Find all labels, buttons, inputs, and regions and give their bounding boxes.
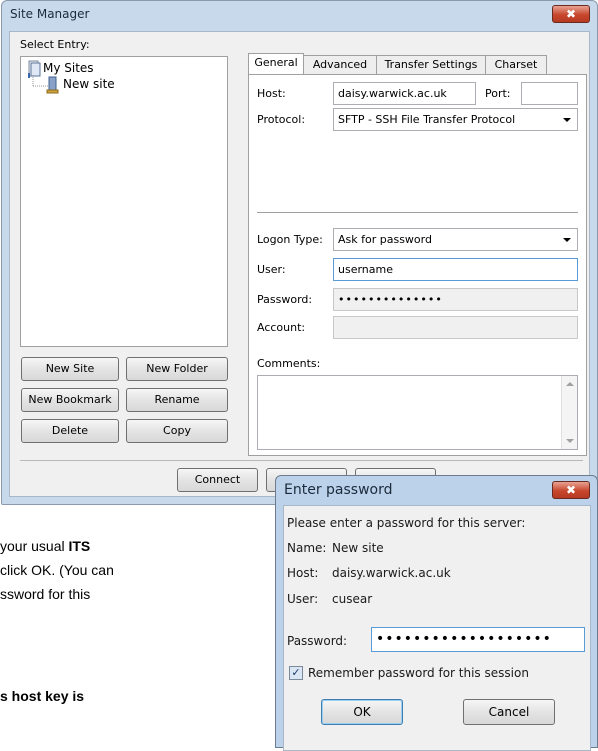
- host-label: Host:: [257, 87, 286, 100]
- bottom-separator: [20, 460, 583, 461]
- protocol-label: Protocol:: [257, 113, 306, 126]
- remember-checkbox[interactable]: ✓: [289, 666, 303, 680]
- port-input[interactable]: [521, 82, 578, 105]
- password-label: Password:: [257, 293, 313, 306]
- tree-item-new-site[interactable]: New site: [63, 77, 115, 91]
- tab-transfer-settings[interactable]: Transfer Settings: [376, 55, 486, 75]
- doc-line-1: your usual ITS: [0, 538, 91, 554]
- select-entry-label: Select Entry:: [20, 38, 90, 51]
- comments-label: Comments:: [257, 357, 321, 370]
- dialog-password-input[interactable]: •••••••••••••••••••: [371, 627, 585, 652]
- protocol-value: SFTP - SSH File Transfer Protocol: [338, 113, 516, 126]
- dialog-cancel-button[interactable]: Cancel: [463, 699, 555, 725]
- window-title: Site Manager: [10, 7, 90, 21]
- site-manager-client: Select Entry: My Sites New site New Site…: [9, 31, 590, 497]
- host-value: daisy.warwick.ac.uk: [332, 566, 451, 580]
- doc-line-2: click OK. (You can: [0, 562, 114, 578]
- dialog-client: Please enter a password for this server:…: [283, 505, 591, 751]
- scroll-up-icon[interactable]: [566, 382, 574, 386]
- port-label: Port:: [485, 87, 511, 100]
- remember-label[interactable]: Remember password for this session: [308, 666, 529, 680]
- separator: [257, 212, 578, 213]
- user-input[interactable]: username: [333, 258, 578, 281]
- account-label: Account:: [257, 321, 306, 334]
- dialog-prompt: Please enter a password for this server:: [287, 516, 526, 530]
- dialog-password-label: Password:: [287, 634, 348, 648]
- dialog-title: Enter password: [284, 482, 393, 498]
- host-input[interactable]: daisy.warwick.ac.uk: [333, 82, 476, 105]
- enter-password-dialog: Enter password ✖ Please enter a password…: [275, 475, 598, 751]
- name-value: New site: [332, 541, 384, 555]
- site-tree[interactable]: My Sites New site: [20, 56, 228, 347]
- scroll-down-icon[interactable]: [566, 439, 574, 443]
- close-button[interactable]: ✖: [552, 5, 590, 23]
- rename-button[interactable]: Rename: [126, 388, 228, 412]
- tab-general[interactable]: General: [248, 53, 304, 75]
- user-label: User:: [287, 592, 319, 606]
- delete-button[interactable]: Delete: [21, 419, 119, 443]
- user-value: cusear: [332, 592, 373, 606]
- connect-button[interactable]: Connect: [177, 468, 258, 492]
- tree-item-my-sites[interactable]: My Sites: [43, 61, 94, 75]
- comments-scrollbar[interactable]: [561, 376, 577, 449]
- server-icon: [46, 76, 59, 94]
- logon-type-value: Ask for password: [338, 233, 432, 246]
- tab-advanced[interactable]: Advanced: [303, 55, 377, 75]
- logon-type-select[interactable]: Ask for password: [333, 228, 578, 251]
- copy-button[interactable]: Copy: [126, 419, 228, 443]
- protocol-select[interactable]: SFTP - SSH File Transfer Protocol: [333, 108, 578, 131]
- tab-charset[interactable]: Charset: [485, 55, 547, 75]
- name-label: Name:: [287, 541, 327, 555]
- site-manager-window: Site Manager ✖ Select Entry: My Sites Ne…: [1, 0, 598, 505]
- user-label: User:: [257, 263, 286, 276]
- password-input[interactable]: ••••••••••••••: [333, 288, 578, 311]
- dialog-close-button[interactable]: ✖: [552, 481, 590, 499]
- checkmark-icon: ✓: [291, 666, 301, 679]
- new-site-button[interactable]: New Site: [21, 357, 119, 381]
- account-input[interactable]: [333, 316, 578, 339]
- comments-textarea[interactable]: [257, 375, 578, 450]
- doc-line-4: s host key is: [0, 688, 85, 704]
- logon-type-label: Logon Type:: [257, 233, 323, 246]
- close-icon: ✖: [565, 7, 577, 21]
- doc-line-3: ssword for this: [0, 586, 91, 602]
- new-bookmark-button[interactable]: New Bookmark: [21, 388, 119, 412]
- new-folder-button[interactable]: New Folder: [126, 357, 228, 381]
- host-label: Host:: [287, 566, 319, 580]
- dialog-ok-button[interactable]: OK: [321, 699, 403, 725]
- close-icon: ✖: [565, 483, 577, 497]
- general-tab-panel: Host: daisy.warwick.ac.uk Port: Protocol…: [248, 74, 587, 456]
